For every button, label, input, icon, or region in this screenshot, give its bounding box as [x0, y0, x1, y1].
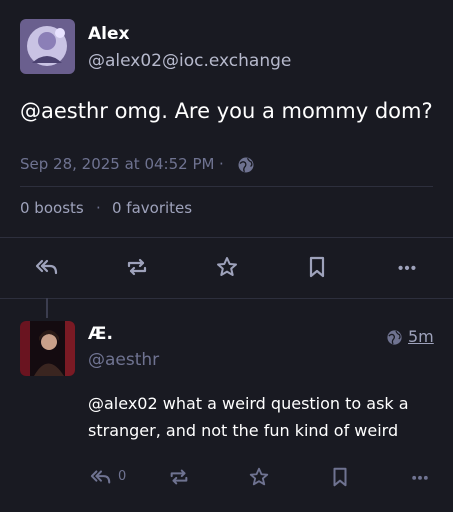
separator-dot: · — [219, 155, 224, 173]
author-name[interactable]: Alex — [88, 24, 129, 44]
status-content: @aesthr omg. Are you a mommy dom? — [20, 99, 433, 123]
reply-reply-icon[interactable] — [88, 465, 114, 489]
stats-divider — [0, 237, 453, 238]
reply-age-link[interactable]: 5m — [408, 327, 434, 346]
author-handle[interactable]: @alex02@ioc.exchange — [88, 51, 291, 71]
actions-divider — [0, 298, 453, 299]
reply-all-icon[interactable] — [34, 254, 60, 280]
stats-separator: · — [96, 199, 101, 217]
more-icon[interactable] — [394, 254, 420, 280]
reply-reply-count: 0 — [118, 469, 127, 484]
reply-more-icon[interactable] — [407, 465, 433, 489]
reply-avatar[interactable] — [20, 321, 75, 376]
reply-author-name[interactable]: Æ. — [88, 324, 113, 344]
reply-boost-icon[interactable] — [166, 465, 192, 489]
boost-icon[interactable] — [124, 254, 150, 280]
thread-line — [46, 298, 48, 318]
reply-author-handle[interactable]: @aesthr — [88, 350, 159, 370]
globe-icon[interactable] — [236, 155, 256, 175]
bookmark-icon[interactable] — [304, 254, 330, 280]
reply-content-line2: stranger, and not the fun kind of weird — [88, 421, 399, 440]
status-timestamp[interactable]: Sep 28, 2025 at 04:52 PM — [20, 155, 214, 173]
author-avatar[interactable] — [20, 19, 75, 74]
boosts-count[interactable]: 0 boosts — [20, 199, 84, 217]
reply-bookmark-icon[interactable] — [327, 465, 353, 489]
reply-content-line1: @alex02 what a weird question to ask a — [88, 394, 409, 413]
favorites-count[interactable]: 0 favorites — [112, 199, 192, 217]
reply-globe-icon[interactable] — [384, 327, 404, 347]
reply-star-icon[interactable] — [246, 465, 272, 489]
timestamp-divider — [20, 186, 433, 187]
star-icon[interactable] — [214, 254, 240, 280]
